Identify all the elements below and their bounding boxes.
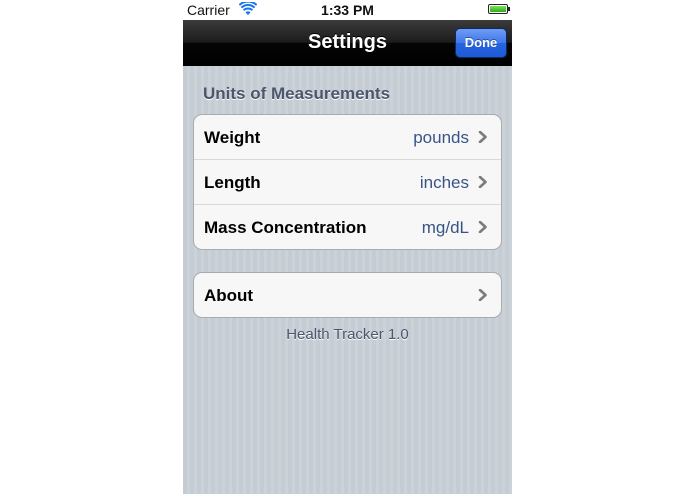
- units-group: Weight pounds Length inches Mass Concent…: [193, 114, 502, 250]
- row-label: Mass Concentration: [204, 218, 367, 237]
- status-time: 1:33 PM: [321, 2, 374, 18]
- phone-screen: Carrier 1:33 PM Settings Done Units of M…: [183, 0, 512, 494]
- row-label: Length: [204, 173, 261, 192]
- chevron-right-icon: [478, 289, 487, 301]
- units-section-header: Units of Measurements: [203, 84, 391, 103]
- chevron-right-icon: [478, 221, 487, 233]
- battery-nub: [508, 7, 510, 11]
- about-group: About: [193, 272, 502, 318]
- done-button[interactable]: Done: [455, 28, 507, 58]
- row-value: pounds: [413, 128, 469, 147]
- settings-row-length[interactable]: Length inches: [194, 160, 501, 205]
- settings-row-mass-concentration[interactable]: Mass Concentration mg/dL: [194, 205, 501, 249]
- row-label: Weight: [204, 128, 261, 147]
- row-label: About: [204, 286, 254, 305]
- row-value: mg/dL: [421, 218, 469, 237]
- navigation-bar: Settings Done: [183, 20, 512, 66]
- battery-fill: [490, 6, 506, 12]
- settings-row-weight[interactable]: Weight pounds: [194, 115, 501, 160]
- row-value: inches: [419, 173, 469, 192]
- chevron-right-icon: [478, 176, 487, 188]
- chevron-right-icon: [478, 131, 487, 143]
- version-label: Health Tracker 1.0: [286, 326, 409, 343]
- settings-row-about[interactable]: About: [194, 273, 501, 317]
- status-bar: Carrier 1:33 PM: [183, 0, 512, 20]
- battery-icon: [488, 4, 510, 14]
